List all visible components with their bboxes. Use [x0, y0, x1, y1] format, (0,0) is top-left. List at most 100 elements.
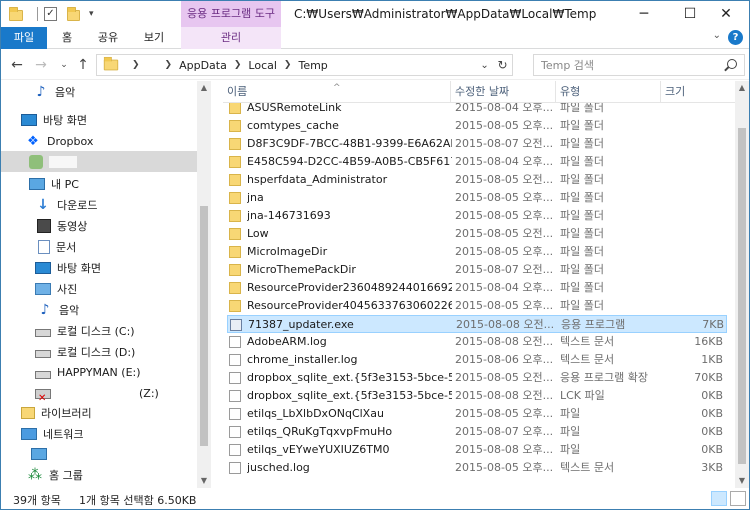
- file-row[interactable]: dropbox_sqlite_ext.{5f3e3153-5bce-576...…: [227, 387, 727, 405]
- file-row[interactable]: jna 2015-08-05 오후... 파일 폴더: [227, 189, 727, 207]
- nav-item-this-pc[interactable]: 내 PC: [1, 173, 197, 194]
- nav-item-label: (Z:): [139, 387, 159, 400]
- file-row[interactable]: MicroThemePackDir 2015-08-07 오전... 파일 폴더: [227, 261, 727, 279]
- scrollbar-thumb[interactable]: [200, 206, 208, 446]
- scroll-down-arrow-icon[interactable]: ▼: [197, 474, 211, 488]
- file-name: 71387_updater.exe: [248, 318, 354, 331]
- breadcrumb-separator-icon[interactable]: ❯: [132, 60, 140, 70]
- file-name: MicroThemePackDir: [247, 263, 356, 276]
- address-dropdown-chevron-icon[interactable]: ⌄: [480, 60, 488, 71]
- nav-item-desktop-2[interactable]: 바탕 화면: [1, 257, 197, 278]
- file-row[interactable]: AdobeARM.log 2015-08-08 오전... 텍스트 문서 16KB: [227, 333, 727, 351]
- minimize-button[interactable]: ─: [621, 1, 667, 27]
- file-name: E458C594-D2CC-4B59-A0B5-CB5F617...: [247, 155, 452, 168]
- context-tab-header: 응용 프로그램 도구: [181, 1, 281, 27]
- file-name: etilqs_QRuKgTqxvpFmuHo: [247, 425, 393, 438]
- file-row[interactable]: E458C594-D2CC-4B59-A0B5-CB5F617... 2015-0…: [227, 153, 727, 171]
- file-row[interactable]: ResourceProvider23604892440166925... 2015…: [227, 279, 727, 297]
- file-type: 파일: [560, 407, 581, 420]
- forward-arrow-icon[interactable]: →: [31, 55, 51, 75]
- nav-item-user-folder[interactable]: [1, 151, 197, 172]
- nav-item-drive-z[interactable]: ✕ (Z:): [1, 383, 197, 404]
- column-header-type[interactable]: 유형: [556, 81, 661, 103]
- drive-icon: [35, 328, 51, 337]
- scroll-up-arrow-icon[interactable]: ▲: [197, 81, 211, 95]
- breadcrumb-local[interactable]: Local: [248, 59, 277, 72]
- file-row[interactable]: hsperfdata_Administrator 2015-08-05 오전...…: [227, 171, 727, 189]
- file-row[interactable]: jna-146731693 2015-08-05 오후... 파일 폴더: [227, 207, 727, 225]
- close-button[interactable]: ✕: [703, 1, 749, 27]
- nav-item-drive-e[interactable]: HAPPYMAN (E:): [1, 362, 197, 383]
- file-row[interactable]: ResourceProvider40456337630602263... 2015…: [227, 297, 727, 315]
- file-row[interactable]: dropbox_sqlite_ext.{5f3e3153-5bce-576...…: [227, 369, 727, 387]
- address-bar[interactable]: ❯ ❯ AppData ❯ Local ❯ Temp ⌄ ↻: [96, 54, 513, 76]
- nav-item-libraries[interactable]: 라이브러리: [1, 402, 197, 423]
- breadcrumb-temp[interactable]: Temp: [298, 59, 327, 72]
- nav-item-network[interactable]: 네트워크: [1, 423, 197, 444]
- file-type: 파일 폴더: [560, 137, 604, 150]
- file-type: 파일 폴더: [560, 155, 604, 168]
- nav-item-documents[interactable]: 문서: [1, 236, 197, 257]
- breadcrumb-separator-icon[interactable]: ❯: [234, 60, 242, 70]
- file-row[interactable]: ASUSRemoteLink 2015-08-04 오후... 파일 폴더: [227, 103, 727, 117]
- new-folder-icon[interactable]: [67, 7, 83, 21]
- tab-view[interactable]: 보기: [133, 27, 175, 49]
- up-arrow-icon[interactable]: ↑: [73, 55, 93, 75]
- column-header-name[interactable]: 이름 ^: [223, 81, 451, 103]
- scroll-up-arrow-icon[interactable]: ▲: [735, 81, 749, 95]
- homegroup-icon: ⁂: [28, 466, 42, 483]
- file-row[interactable]: etilqs_LbXlbDxONqClXau 2015-08-05 오후... 파일…: [227, 405, 727, 423]
- tab-home[interactable]: 홈: [51, 27, 83, 49]
- properties-check-icon[interactable]: ✓: [44, 7, 57, 21]
- tab-manage[interactable]: 관리: [181, 27, 281, 49]
- file-row[interactable]: comtypes_cache 2015-08-05 오후... 파일 폴더: [227, 117, 727, 135]
- file-row[interactable]: etilqs_vEYweYUXIUZ6TM0 2015-08-08 오후... 파일…: [227, 441, 727, 459]
- file-type: 텍스트 문서: [560, 353, 615, 366]
- large-icons-view-icon[interactable]: [730, 491, 746, 506]
- details-view-icon[interactable]: [711, 491, 727, 506]
- breadcrumb-separator-icon[interactable]: ❯: [284, 60, 292, 70]
- file-icon: [229, 444, 241, 456]
- tab-file[interactable]: 파일: [1, 27, 47, 49]
- search-icon[interactable]: [727, 59, 737, 69]
- column-headers: 이름 ^ 수정한 날짜 유형 크기: [223, 81, 735, 103]
- file-type: 파일 폴더: [560, 103, 604, 114]
- nav-item-pictures[interactable]: 사진: [1, 278, 197, 299]
- file-row[interactable]: Low 2015-08-05 오전... 파일 폴더: [227, 225, 727, 243]
- scroll-down-arrow-icon[interactable]: ▼: [735, 474, 749, 488]
- tab-share[interactable]: 공유: [87, 27, 129, 49]
- file-type: 응용 프로그램 확장: [560, 371, 648, 384]
- scrollbar-thumb[interactable]: [738, 128, 746, 464]
- file-row[interactable]: 71387_updater.exe 2015-08-08 오전... 응용 프로그램…: [227, 315, 727, 333]
- search-input[interactable]: [534, 55, 714, 75]
- file-list-scrollbar[interactable]: ▲ ▼: [735, 81, 749, 488]
- breadcrumb-appdata[interactable]: AppData: [179, 59, 227, 72]
- nav-item-music-2[interactable]: ♪ 음악: [1, 299, 197, 320]
- file-row[interactable]: MicroImageDir 2015-08-05 오후... 파일 폴더: [227, 243, 727, 261]
- column-header-size[interactable]: 크기: [661, 81, 731, 103]
- refresh-icon[interactable]: ↻: [498, 58, 508, 72]
- nav-item-drive-d[interactable]: 로컬 디스크 (D:): [1, 341, 197, 362]
- desktop-icon: [35, 261, 51, 274]
- file-row[interactable]: D8F3C9DF-7BCC-48B1-9399-E6A62AD... 2015-0…: [227, 135, 727, 153]
- nav-item-homegroup[interactable]: ⁂ 홈 그룹: [1, 464, 197, 485]
- customize-toolbar-chevron-icon[interactable]: ▾: [89, 9, 94, 19]
- nav-item-drive-c[interactable]: 로컬 디스크 (C:): [1, 320, 197, 341]
- search-box[interactable]: [533, 54, 745, 76]
- nav-item-dropbox[interactable]: ❖ Dropbox: [1, 131, 197, 152]
- nav-item-downloads[interactable]: ↓ 다운로드: [1, 194, 197, 215]
- breadcrumb-separator-icon[interactable]: ❯: [165, 60, 173, 70]
- help-icon[interactable]: ?: [728, 30, 743, 45]
- nav-item-music[interactable]: ♪ 음악: [1, 81, 197, 102]
- recent-locations-chevron-icon[interactable]: ⌄: [54, 55, 74, 75]
- column-header-date[interactable]: 수정한 날짜: [451, 81, 556, 103]
- navigation-pane-scrollbar[interactable]: ▲ ▼: [197, 81, 211, 488]
- file-row[interactable]: etilqs_QRuKgTqxvpFmuHo 2015-08-07 오후... 파일…: [227, 423, 727, 441]
- nav-item-videos[interactable]: 동영상: [1, 215, 197, 236]
- expand-ribbon-chevron-icon[interactable]: ⌄: [713, 30, 721, 41]
- nav-item-desktop[interactable]: 바탕 화면: [1, 109, 197, 130]
- nav-item-network-computer[interactable]: [1, 443, 197, 464]
- file-row[interactable]: jusched.log 2015-08-05 오후... 텍스트 문서 3KB: [227, 459, 727, 477]
- file-row[interactable]: chrome_installer.log 2015-08-06 오후... 텍스트 …: [227, 351, 727, 369]
- back-arrow-icon[interactable]: ←: [7, 55, 27, 75]
